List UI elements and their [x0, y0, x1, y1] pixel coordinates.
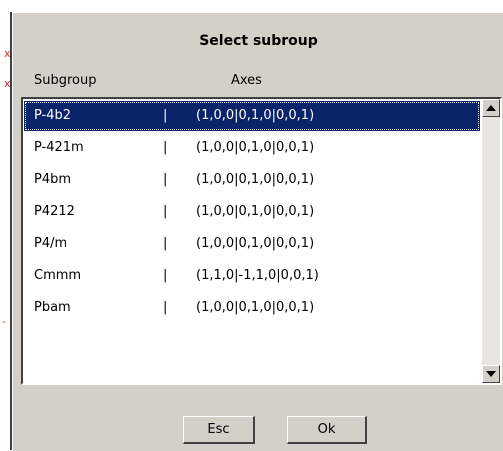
subgroup-name: Cmmm — [34, 268, 82, 283]
list-scrollbar[interactable] — [482, 99, 500, 383]
list-item[interactable]: P-421m | (1,0,0|0,1,0|0,0,1) — [24, 133, 480, 163]
list-item[interactable]: P4/m | (1,0,0|0,1,0|0,0,1) — [24, 229, 480, 259]
column-separator: | — [163, 300, 168, 315]
scroll-down-button[interactable] — [482, 365, 500, 383]
column-separator: | — [163, 172, 168, 187]
subgroup-name: P4/m — [34, 236, 68, 251]
list-item[interactable]: P4212 | (1,0,0|0,1,0|0,0,1) — [24, 197, 480, 227]
subgroup-name: Pbam — [34, 300, 71, 315]
select-subgroup-dialog: Select subroup Subgroup Axes P-4b2 | (1,… — [12, 12, 503, 451]
subgroup-axes: (1,0,0|0,1,0|0,0,1) — [196, 300, 315, 315]
background-fragment: - — [2, 315, 6, 328]
subgroup-list: P-4b2 | (1,0,0|0,1,0|0,0,1) P-421m | (1,… — [23, 99, 482, 383]
column-separator: | — [163, 268, 168, 283]
column-separator: | — [163, 108, 168, 123]
subgroup-name: P-4b2 — [34, 108, 72, 123]
subgroup-name: P4bm — [34, 172, 72, 187]
column-separator: | — [163, 236, 168, 251]
axes-column-header: Axes — [231, 73, 262, 88]
subgroup-name: P4212 — [34, 204, 75, 219]
list-item[interactable]: Pbam | (1,0,0|0,1,0|0,0,1) — [24, 293, 480, 323]
scroll-up-arrow-icon — [486, 105, 496, 111]
subgroup-axes: (1,0,0|0,1,0|0,0,1) — [196, 172, 315, 187]
subgroup-name: P-421m — [34, 140, 84, 155]
column-separator: | — [163, 140, 168, 155]
subgroup-axes: (1,0,0|0,1,0|0,0,1) — [196, 204, 315, 219]
subgroup-axes: (1,0,0|0,1,0|0,0,1) — [196, 140, 315, 155]
dialog-title: Select subroup — [199, 33, 318, 49]
esc-button[interactable]: Esc — [183, 416, 255, 444]
scroll-down-arrow-icon — [486, 371, 496, 377]
column-separator: | — [163, 204, 168, 219]
subgroup-axes: (1,0,0|0,1,0|0,0,1) — [196, 236, 315, 251]
ok-button[interactable]: Ok — [287, 416, 367, 444]
list-item[interactable]: P4bm | (1,0,0|0,1,0|0,0,1) — [24, 165, 480, 195]
scroll-up-button[interactable] — [482, 99, 500, 117]
subgroup-column-header: Subgroup — [34, 73, 97, 88]
subgroup-listbox[interactable]: P-4b2 | (1,0,0|0,1,0|0,0,1) P-421m | (1,… — [21, 97, 502, 385]
list-item[interactable]: P-4b2 | (1,0,0|0,1,0|0,0,1) — [24, 101, 480, 131]
subgroup-axes: (1,0,0|0,1,0|0,0,1) — [196, 108, 315, 123]
list-item[interactable]: Cmmm | (1,1,0|-1,1,0|0,0,1) — [24, 261, 480, 291]
subgroup-axes: (1,1,0|-1,1,0|0,0,1) — [196, 268, 319, 283]
